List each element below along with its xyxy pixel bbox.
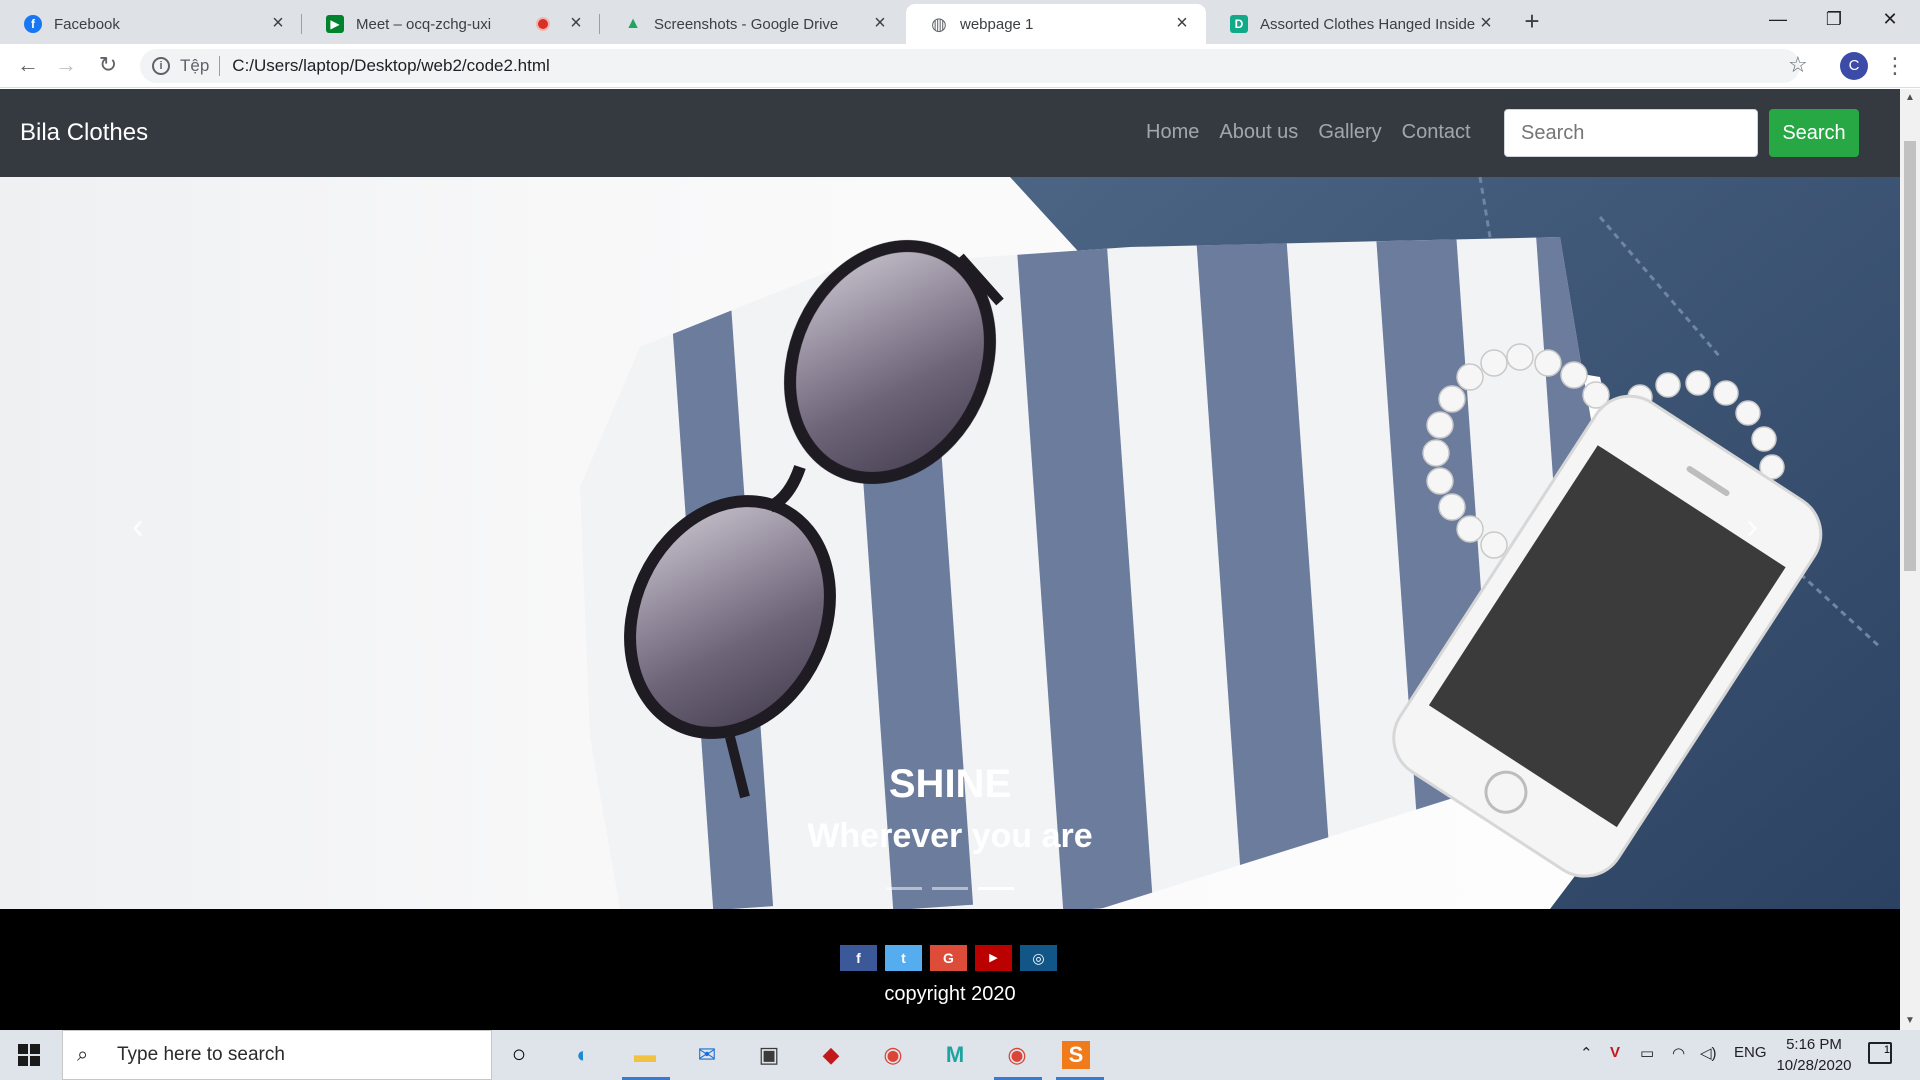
back-arrow-icon[interactable]: ← — [14, 52, 42, 80]
doc-icon: D — [1230, 15, 1248, 33]
restore-button[interactable]: ❐ — [1806, 0, 1862, 40]
tab-title: Facebook — [54, 15, 120, 33]
store-icon[interactable]: ▣ — [752, 1038, 786, 1072]
carousel-indicator[interactable] — [886, 887, 922, 890]
clock-time: 5:16 PM — [1786, 1036, 1842, 1053]
nav-link-contact[interactable]: Contact — [1402, 121, 1471, 144]
nav-link-gallery[interactable]: Gallery — [1318, 121, 1381, 144]
nav-menu: Home About us Gallery Contact — [1146, 121, 1471, 144]
site-footer: f t G ▶ ◎ copyright 2020 — [0, 909, 1900, 1030]
facebook-icon[interactable]: f — [840, 945, 877, 971]
brand-logo[interactable]: Bila Clothes — [20, 119, 148, 147]
tab-title: Screenshots - Google Drive — [654, 15, 839, 33]
close-tab-icon[interactable]: × — [566, 13, 586, 34]
search-icon: ⌕ — [77, 1044, 89, 1066]
google-meet-icon: ▶ — [326, 15, 344, 33]
page-viewport: Bila Clothes Home About us Gallery Conta… — [0, 89, 1900, 1030]
chrome-icon[interactable]: ◉ — [876, 1038, 910, 1072]
site-navbar: Bila Clothes Home About us Gallery Conta… — [0, 89, 1900, 177]
bookmark-star-icon[interactable]: ☆ — [1788, 52, 1808, 78]
windows-taskbar: ⌕ Type here to search ○ ◐ ▬ ✉ ▣ ◆ ◉ M ◉ … — [0, 1030, 1920, 1080]
clock-date: 10/28/2020 — [1776, 1057, 1852, 1074]
tab-title: Assorted Clothes Hanged Inside Clothing … — [1260, 15, 1476, 33]
tab-strip: f Facebook × ▶ Meet – ocq-zchg-uxi × ▲ S… — [0, 0, 1920, 44]
scroll-down-icon[interactable]: ▼ — [1900, 1012, 1920, 1030]
browser-toolbar: ← → ↻ i Tệp C:/Users/laptop/Desktop/web2… — [0, 44, 1920, 88]
mail-icon[interactable]: ✉ — [690, 1038, 724, 1072]
profile-avatar[interactable]: C — [1840, 52, 1868, 80]
tab-assorted-clothes[interactable]: D Assorted Clothes Hanged Inside Clothin… — [1206, 4, 1510, 44]
battery-icon[interactable]: ▭ — [1640, 1044, 1654, 1062]
close-tab-icon[interactable]: × — [268, 13, 288, 34]
facebook-icon: f — [24, 15, 42, 33]
tab-title: webpage 1 — [960, 15, 1034, 33]
info-icon[interactable]: i — [152, 57, 170, 75]
tab-meet[interactable]: ▶ Meet – ocq-zchg-uxi × — [302, 4, 600, 44]
page-scrollbar[interactable]: ▲ ▼ — [1900, 89, 1920, 1030]
url-text[interactable]: C:/Users/laptop/Desktop/web2/code2.html — [232, 56, 550, 76]
search-input[interactable] — [1504, 109, 1758, 157]
tab-google-drive[interactable]: ▲ Screenshots - Google Drive × — [600, 4, 904, 44]
language-indicator[interactable]: ENG — [1734, 1044, 1767, 1061]
nav-link-about[interactable]: About us — [1219, 121, 1298, 144]
volume-icon[interactable]: ◁) — [1700, 1044, 1717, 1062]
chrome-profile-icon[interactable]: ◉ — [1000, 1038, 1034, 1072]
close-tab-icon[interactable]: × — [870, 13, 890, 34]
youtube-icon[interactable]: ▶ — [975, 945, 1012, 971]
carousel-subtitle: Wherever you are — [807, 817, 1093, 855]
carousel-indicators — [886, 887, 1014, 890]
scrollbar-thumb[interactable] — [1904, 141, 1916, 571]
tab-facebook[interactable]: f Facebook × — [0, 4, 302, 44]
recording-icon — [536, 17, 550, 31]
sublime-text-icon[interactable]: S — [1062, 1041, 1090, 1069]
forward-arrow-icon[interactable]: → — [52, 52, 80, 80]
carousel-indicator-active[interactable] — [978, 887, 1014, 890]
more-menu-icon[interactable]: ⋮ — [1884, 52, 1906, 80]
file-explorer-icon[interactable]: ▬ — [628, 1038, 662, 1072]
carousel-prev-icon[interactable]: ‹ — [132, 505, 144, 547]
garena-icon[interactable]: ◆ — [814, 1038, 848, 1072]
nav-link-home[interactable]: Home — [1146, 121, 1199, 144]
show-hidden-icons-icon[interactable]: ⌃ — [1580, 1044, 1593, 1062]
carousel-next-icon[interactable]: › — [1746, 505, 1758, 547]
globe-icon: ◍ — [931, 13, 947, 34]
carousel-indicator[interactable] — [932, 887, 968, 890]
google-plus-icon[interactable]: G — [930, 945, 967, 971]
close-window-button[interactable]: ✕ — [1862, 0, 1918, 40]
scheme-label: Tệp — [180, 56, 210, 75]
windows-start-icon[interactable] — [18, 1044, 40, 1066]
google-drive-icon: ▲ — [625, 15, 641, 32]
taskbar-search-placeholder: Type here to search — [117, 1044, 285, 1065]
minimize-button[interactable]: — — [1750, 0, 1806, 40]
movavi-icon[interactable]: M — [938, 1038, 972, 1072]
taskbar-search-box[interactable]: ⌕ Type here to search — [62, 1030, 492, 1080]
instagram-icon[interactable]: ◎ — [1020, 945, 1057, 971]
wifi-icon[interactable]: ◠ — [1672, 1044, 1685, 1062]
scroll-up-icon[interactable]: ▲ — [1900, 89, 1920, 107]
reload-icon[interactable]: ↻ — [94, 52, 122, 80]
antivirus-icon[interactable]: V — [1610, 1044, 1620, 1061]
hero-carousel: ‹ › SHINE Wherever you are — [0, 177, 1900, 909]
close-tab-icon[interactable]: × — [1476, 13, 1496, 34]
tab-title: Meet – ocq-zchg-uxi — [356, 15, 492, 33]
social-links: f t G ▶ ◎ — [840, 945, 1057, 971]
notification-center-icon[interactable]: 1 — [1868, 1042, 1892, 1064]
divider — [219, 56, 221, 76]
close-tab-icon[interactable]: × — [1172, 13, 1192, 34]
new-tab-button[interactable]: + — [1516, 6, 1548, 38]
search-button[interactable]: Search — [1769, 109, 1859, 157]
tab-webpage-1[interactable]: ◍ webpage 1 × — [906, 4, 1206, 44]
cortana-icon[interactable]: ○ — [502, 1038, 536, 1072]
system-clock[interactable]: 5:16 PM 10/28/2020 — [1772, 1034, 1856, 1076]
edge-icon[interactable]: ◐ — [566, 1038, 600, 1072]
carousel-title: SHINE — [888, 762, 1012, 806]
copyright-text: copyright 2020 — [884, 983, 1016, 1005]
twitter-icon[interactable]: t — [885, 945, 922, 971]
address-bar[interactable]: i Tệp C:/Users/laptop/Desktop/web2/code2… — [140, 49, 1800, 83]
